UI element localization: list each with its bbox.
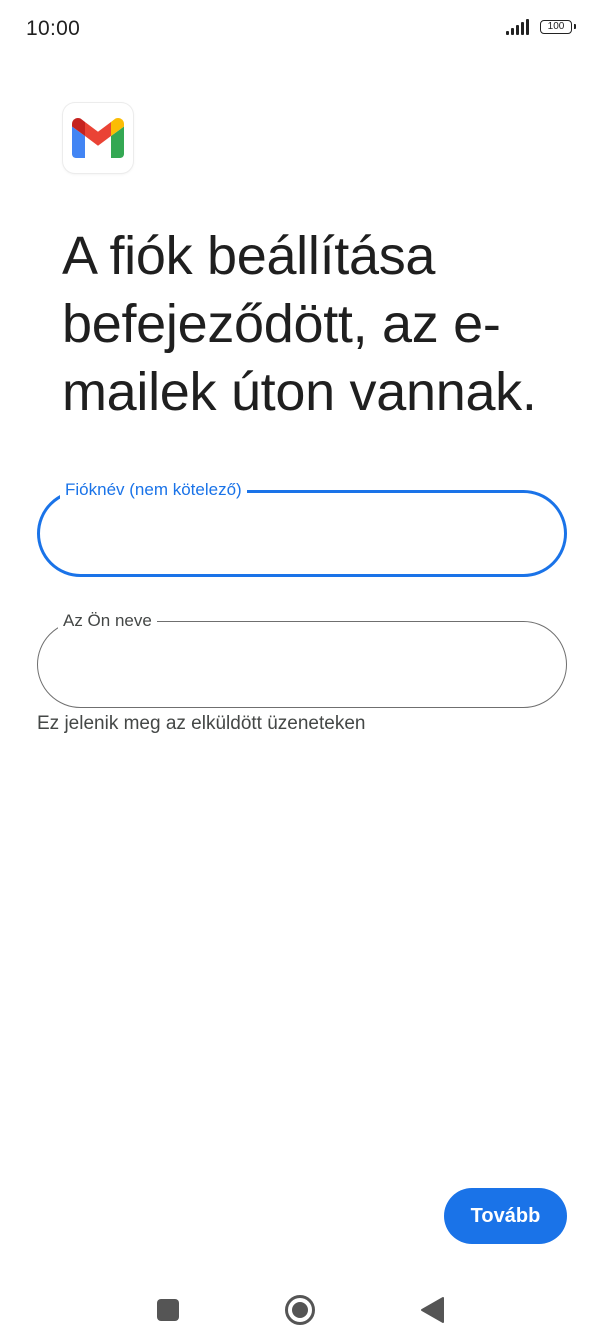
gmail-logo-svg (72, 118, 124, 158)
account-name-field[interactable]: Fióknév (nem kötelező) (37, 479, 567, 577)
status-icons: 100 (506, 19, 576, 35)
your-name-label: Az Ön neve (58, 610, 157, 632)
battery-level: 100 (547, 21, 565, 32)
back-icon[interactable] (416, 1294, 448, 1326)
status-time: 10:00 (26, 17, 81, 40)
your-name-field[interactable]: Az Ön neve (37, 610, 567, 708)
battery-icon: 100 (540, 20, 576, 34)
home-icon[interactable] (284, 1294, 316, 1326)
page-title: A fiók beállítása befejeződött, az e-mai… (62, 226, 537, 422)
gmail-logo-icon (63, 103, 133, 173)
recents-icon[interactable] (152, 1294, 184, 1326)
your-name-input[interactable] (62, 646, 542, 680)
your-name-helper-text: Ez jelenik meg az elküldött üzeneteken (37, 713, 366, 734)
signal-icon (506, 19, 529, 35)
status-bar: 10:00 100 (0, 0, 604, 58)
system-nav-bar (0, 1272, 604, 1344)
account-name-label: Fióknév (nem kötelező) (60, 479, 247, 501)
next-button[interactable]: Tovább (444, 1188, 567, 1244)
account-name-input[interactable] (64, 517, 540, 551)
